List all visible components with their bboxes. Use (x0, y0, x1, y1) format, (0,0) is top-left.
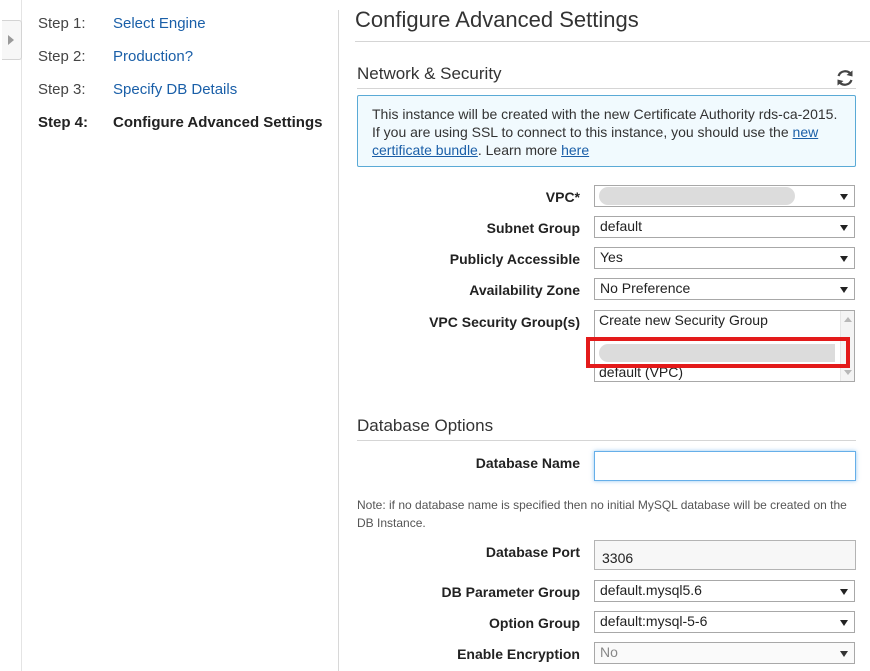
section-divider (357, 440, 856, 441)
selected-value: default.mysql5.6 (600, 582, 702, 598)
db-parameter-group-select[interactable]: default.mysql5.6 (594, 580, 855, 602)
nav-divider (338, 10, 339, 671)
subnet-group-label: Subnet Group (486, 220, 580, 236)
title-divider (355, 41, 870, 42)
highlight-box (586, 337, 850, 368)
step-label-current: Configure Advanced Settings (113, 114, 323, 131)
vpc-label: VPC* (545, 189, 580, 205)
scroll-down-icon[interactable] (844, 370, 852, 375)
availability-zone-label: Availability Zone (469, 282, 580, 298)
selected-value: Yes (600, 249, 623, 265)
subnet-group-select[interactable]: default (594, 216, 855, 238)
database-port-label: Database Port (485, 544, 580, 560)
dropdown-caret-icon (840, 589, 848, 595)
scroll-up-icon[interactable] (844, 317, 852, 322)
database-name-note: Note: if no database name is specified t… (357, 498, 847, 530)
selected-value: default (600, 218, 643, 234)
database-options-heading: Database Options (357, 416, 494, 435)
enable-encryption-label: Enable Encryption (457, 646, 580, 662)
step-link-specify-db-details[interactable]: Specify DB Details (113, 81, 237, 98)
database-name-label: Database Name (475, 455, 580, 471)
step-number: Step 1: (38, 15, 86, 32)
side-panel-strip (0, 0, 22, 671)
publicly-accessible-label: Publicly Accessible (449, 251, 580, 267)
section-divider (357, 88, 856, 89)
step-number: Step 4: (38, 114, 89, 131)
database-name-input[interactable] (594, 451, 856, 481)
refresh-icon[interactable] (834, 67, 856, 89)
step-number: Step 3: (38, 81, 86, 98)
option-group-label: Option Group (489, 615, 580, 631)
network-security-heading: Network & Security (357, 64, 502, 83)
expand-panel-button[interactable] (2, 20, 22, 60)
learn-more-link[interactable]: here (561, 142, 589, 158)
vpc-select[interactable] (594, 185, 855, 207)
vpc-security-groups-label: VPC Security Group(s) (429, 314, 580, 330)
selected-value: No Preference (600, 280, 691, 296)
availability-zone-select[interactable]: No Preference (594, 278, 855, 300)
redacted-value (599, 187, 795, 205)
step-link-select-engine[interactable]: Select Engine (113, 15, 206, 32)
dropdown-caret-icon (840, 256, 848, 262)
dropdown-caret-icon (840, 194, 848, 200)
dropdown-caret-icon (840, 651, 848, 657)
certificate-info-box: This instance will be created with the n… (357, 95, 856, 167)
list-option[interactable]: Create new Security Group (599, 312, 768, 328)
enable-encryption-select[interactable]: No (594, 642, 855, 664)
expand-arrow-icon (8, 35, 14, 45)
step-link-production[interactable]: Production? (113, 48, 193, 65)
page-title: Configure Advanced Settings (355, 7, 639, 32)
dropdown-caret-icon (840, 620, 848, 626)
dropdown-caret-icon (840, 287, 848, 293)
selected-value: No (600, 644, 618, 660)
dropdown-caret-icon (840, 225, 848, 231)
info-text: . Learn more (477, 142, 562, 158)
option-group-select[interactable]: default:mysql-5-6 (594, 611, 855, 633)
database-port-input[interactable] (594, 540, 856, 570)
step-number: Step 2: (38, 48, 86, 65)
selected-value: default:mysql-5-6 (600, 613, 708, 629)
db-parameter-group-label: DB Parameter Group (441, 584, 580, 600)
info-text: This instance will be created with the n… (372, 106, 838, 140)
publicly-accessible-select[interactable]: Yes (594, 247, 855, 269)
